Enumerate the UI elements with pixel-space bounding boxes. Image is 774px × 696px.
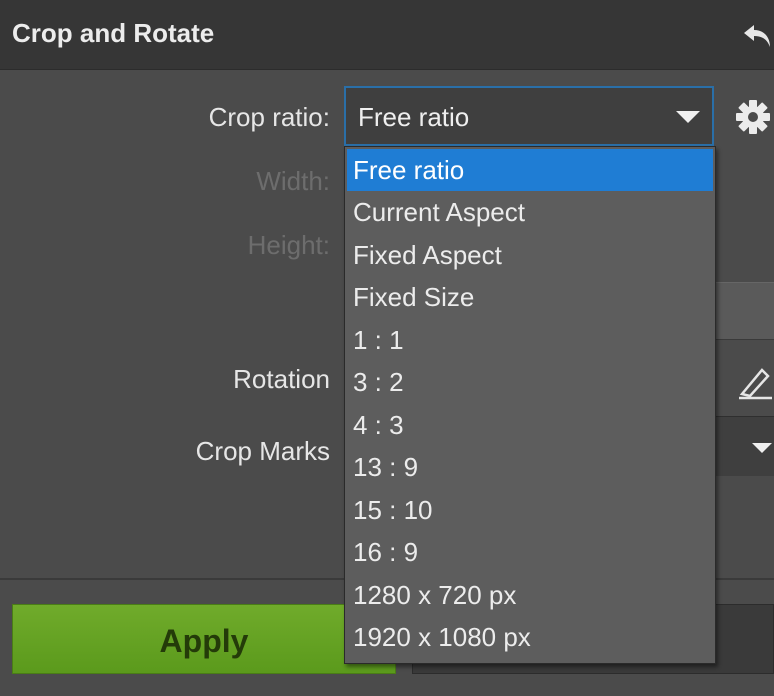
settings-button[interactable] [732, 96, 774, 138]
dropdown-option[interactable]: 1280 x 720 px [347, 574, 713, 616]
crop-ratio-select[interactable]: Free ratio [344, 86, 714, 146]
rotation-label: Rotation [233, 364, 330, 394]
chevron-down-icon [752, 443, 772, 453]
panel-header: Crop and Rotate [0, 0, 774, 70]
straighten-button[interactable] [736, 362, 774, 402]
panel-title: Crop and Rotate [12, 18, 215, 48]
dropdown-option[interactable]: 4 : 3 [347, 404, 713, 446]
crop-ratio-dropdown: Free ratio Current Aspect Fixed Aspect F… [344, 146, 716, 664]
ruler-icon [739, 368, 772, 400]
dropdown-option[interactable]: 13 : 9 [347, 446, 713, 488]
crop-rotate-panel: Crop and Rotate Crop ratio: Width: Heigh… [0, 0, 774, 696]
dropdown-option[interactable]: 3 : 2 [347, 361, 713, 403]
undo-icon [744, 25, 770, 47]
dropdown-option[interactable]: 1920 x 1080 px [347, 616, 713, 658]
undo-button[interactable] [740, 20, 774, 52]
width-label: Width: [256, 166, 330, 196]
gear-icon [736, 100, 770, 134]
crop-ratio-value: Free ratio [358, 102, 470, 132]
dropdown-option[interactable]: 16 : 9 [347, 531, 713, 573]
crop-marks-label: Crop Marks [195, 436, 330, 466]
crop-ratio-label: Crop ratio: [208, 102, 330, 132]
chevron-down-icon [676, 111, 700, 123]
dropdown-option[interactable]: Fixed Size [347, 276, 713, 318]
apply-label: Apply [159, 623, 249, 659]
height-label: Height: [247, 230, 330, 260]
aspect-bar [714, 282, 774, 340]
dropdown-option[interactable]: 1 : 1 [347, 319, 713, 361]
dropdown-option[interactable]: Fixed Aspect [347, 234, 713, 276]
dropdown-option[interactable]: Current Aspect [347, 191, 713, 233]
dropdown-option[interactable]: Free ratio [347, 149, 713, 191]
dropdown-option[interactable]: 15 : 10 [347, 489, 713, 531]
apply-button[interactable]: Apply [12, 604, 396, 674]
